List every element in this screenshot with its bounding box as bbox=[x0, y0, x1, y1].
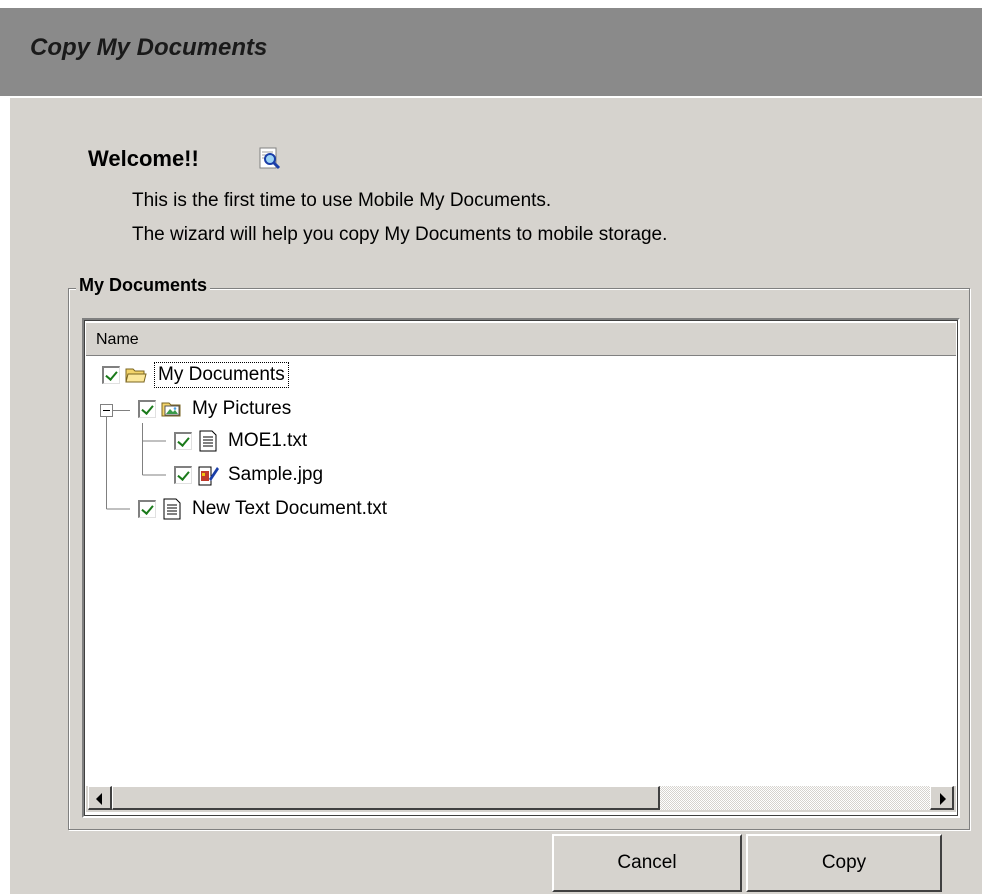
text-file-icon bbox=[163, 498, 181, 520]
window-title: Copy My Documents bbox=[30, 34, 268, 61]
tree-item-my-documents[interactable]: My Documents bbox=[102, 360, 289, 390]
magnifier-icon bbox=[259, 147, 281, 170]
tree-item-moe1-txt[interactable]: MOE1.txt bbox=[174, 426, 307, 456]
horizontal-scrollbar[interactable] bbox=[86, 786, 956, 812]
text-file-icon bbox=[199, 430, 217, 452]
tree-item-new-text-document[interactable]: New Text Document.txt bbox=[138, 494, 387, 524]
image-file-icon bbox=[198, 466, 219, 486]
tree-item-label: MOE1.txt bbox=[228, 430, 308, 451]
scroll-left-button[interactable] bbox=[88, 786, 112, 810]
cancel-button[interactable]: Cancel bbox=[552, 834, 742, 892]
checkbox-sample-jpg[interactable] bbox=[174, 466, 192, 484]
scrollbar-thumb[interactable] bbox=[112, 786, 660, 810]
tree-item-label: My Documents bbox=[154, 362, 289, 388]
welcome-text-line-2: The wizard will help you copy My Documen… bbox=[132, 224, 668, 245]
welcome-heading: Welcome!! bbox=[88, 146, 199, 171]
checkbox-moe1-txt[interactable] bbox=[174, 432, 192, 450]
pictures-folder-icon bbox=[161, 402, 181, 417]
title-bar: Copy My Documents bbox=[0, 8, 982, 96]
scroll-right-button[interactable] bbox=[930, 786, 954, 810]
checkbox-new-text-document[interactable] bbox=[138, 500, 156, 518]
copy-button[interactable]: Copy bbox=[746, 834, 942, 892]
tree-item-label: Sample.jpg bbox=[228, 464, 324, 485]
tree-item-my-pictures[interactable]: My Pictures bbox=[138, 394, 291, 424]
tree-item-label: New Text Document.txt bbox=[192, 498, 388, 519]
welcome-text-line-1: This is the first time to use Mobile My … bbox=[132, 190, 552, 211]
documents-treeview[interactable]: Name My Documents My Pictures MOE1.txt S… bbox=[82, 318, 960, 818]
arrow-left-icon bbox=[96, 793, 102, 805]
groupbox-label: My Documents bbox=[76, 275, 211, 296]
tree-item-label: My Pictures bbox=[192, 398, 292, 419]
open-folder-icon bbox=[125, 368, 147, 383]
wizard-dialog: Welcome!! This is the first time to use … bbox=[8, 96, 982, 894]
checkbox-my-pictures[interactable] bbox=[138, 400, 156, 418]
tree-item-sample-jpg[interactable]: Sample.jpg bbox=[174, 460, 323, 490]
arrow-right-icon bbox=[940, 793, 946, 805]
checkbox-my-documents[interactable] bbox=[102, 366, 120, 384]
